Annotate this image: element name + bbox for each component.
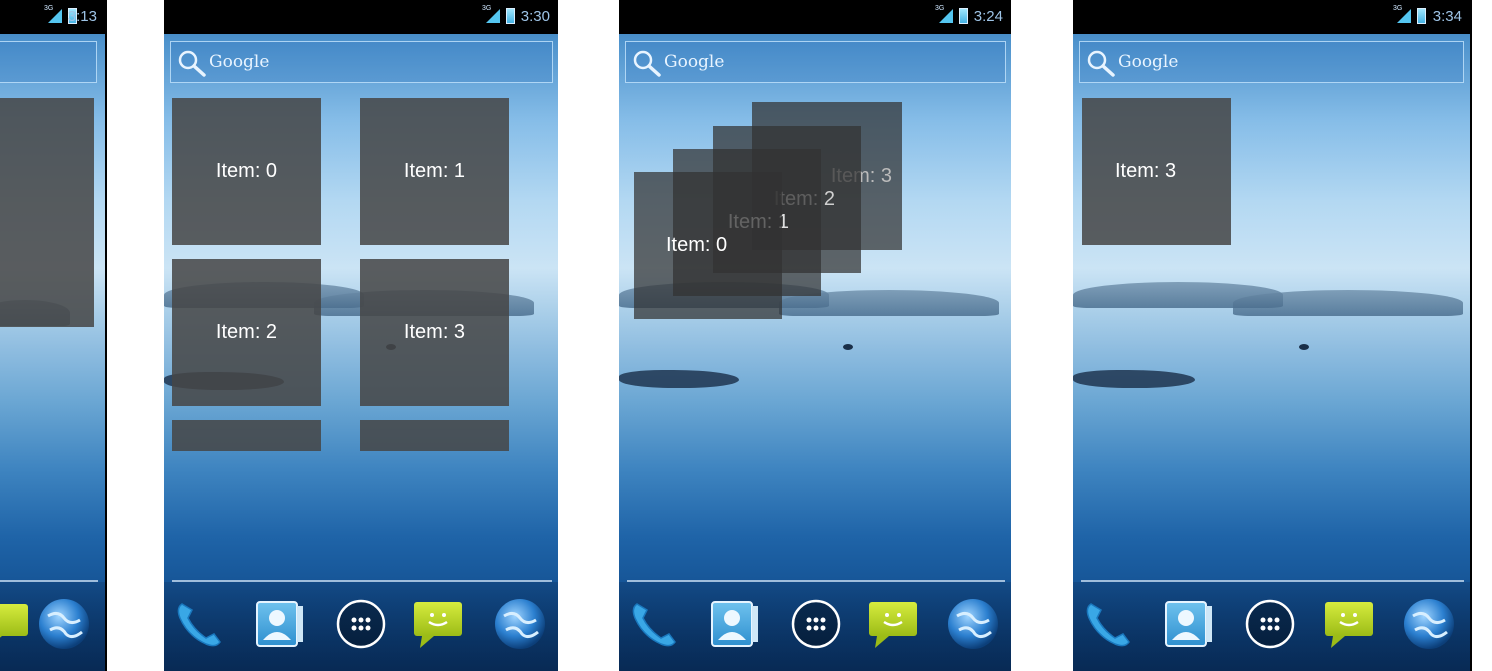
search-icon	[633, 50, 661, 77]
contacts-icon[interactable]	[1161, 596, 1217, 652]
search-icon	[178, 50, 206, 77]
status-time: 3:13	[67, 8, 97, 25]
search-label: Google	[664, 52, 725, 72]
messaging-icon[interactable]	[865, 596, 921, 652]
browser-icon[interactable]	[492, 596, 548, 652]
item-tile-3[interactable]: Item: 3	[1082, 98, 1231, 245]
messaging-icon[interactable]	[0, 596, 34, 652]
browser-icon[interactable]	[36, 596, 92, 652]
browser-icon[interactable]	[1401, 596, 1457, 652]
search-icon	[1087, 50, 1115, 77]
search-label: Google	[1118, 52, 1179, 72]
phone-icon[interactable]	[1081, 596, 1137, 652]
phone-icon[interactable]	[172, 596, 228, 652]
rock-formation	[1073, 370, 1195, 388]
phone-screen-4: 3G 3:34 Google Item: 3	[1073, 0, 1470, 671]
contacts-icon[interactable]	[707, 596, 763, 652]
network-type: 3G	[935, 5, 945, 12]
network-type: 3G	[482, 5, 492, 12]
status-time: 3:34	[1432, 8, 1462, 25]
phone-icon[interactable]	[627, 596, 683, 652]
network-type: 3G	[44, 5, 54, 12]
all-apps-icon[interactable]	[788, 596, 844, 652]
battery-icon	[1417, 8, 1426, 24]
screenshot-border	[105, 0, 107, 671]
landscape-island	[1233, 290, 1463, 316]
contacts-icon[interactable]	[252, 596, 308, 652]
battery-icon	[959, 8, 968, 24]
search-label: Google	[209, 52, 270, 72]
messaging-icon[interactable]	[1321, 596, 1377, 652]
google-search-bar[interactable]: Google	[1079, 41, 1464, 83]
all-apps-icon[interactable]	[333, 596, 389, 652]
status-time: 3:30	[520, 8, 550, 25]
status-bar: 3G 3:24	[619, 0, 1011, 34]
dock	[619, 582, 1011, 671]
status-bar: 3G 3:34	[1073, 0, 1470, 34]
screenshot-border	[1470, 0, 1472, 671]
item-tile-partial[interactable]	[360, 420, 509, 451]
all-apps-icon[interactable]	[1242, 596, 1298, 652]
dock	[1073, 582, 1470, 671]
battery-icon	[506, 8, 515, 24]
item-tile-1[interactable]: Item: 1	[360, 98, 509, 245]
item-tile-0[interactable]: Item: 0	[634, 172, 782, 319]
item-tile-3[interactable]: Item: 3	[360, 259, 509, 406]
item-tile[interactable]	[0, 98, 94, 327]
item-tile-0[interactable]: Item: 0	[172, 98, 321, 245]
rock	[843, 344, 853, 350]
dock	[164, 582, 558, 671]
status-bar: 3G 3:13	[0, 0, 105, 34]
browser-icon[interactable]	[945, 596, 1001, 652]
rock-formation	[619, 370, 739, 388]
item-tile-partial[interactable]	[172, 420, 321, 451]
google-search-bar[interactable]: Google	[625, 41, 1006, 83]
phone-screen-2: 3G 3:30 Google Item: 0 Item: 1 Item: 2 I…	[164, 0, 558, 671]
rock	[1299, 344, 1309, 350]
google-search-bar[interactable]	[0, 41, 97, 83]
phone-screen-1: 3G 3:13	[0, 0, 105, 671]
google-search-bar[interactable]: Google	[170, 41, 553, 83]
status-bar: 3G 3:30	[164, 0, 558, 34]
status-time: 3:24	[973, 8, 1003, 25]
messaging-icon[interactable]	[410, 596, 466, 652]
item-tile-2[interactable]: Item: 2	[172, 259, 321, 406]
dock	[0, 582, 105, 671]
network-type: 3G	[1393, 5, 1403, 12]
phone-screen-3: 3G 3:24 Google Item: 3 Item: 2 Item: 1 I…	[619, 0, 1011, 671]
